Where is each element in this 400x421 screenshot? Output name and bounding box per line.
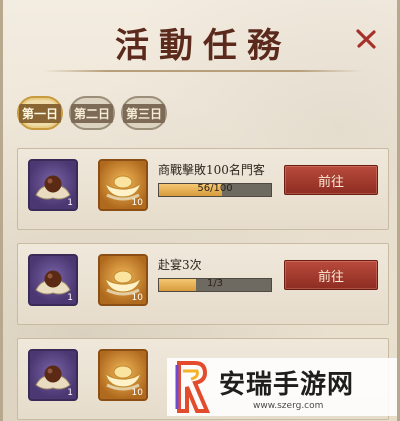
- reward-slot[interactable]: 10: [98, 159, 148, 211]
- reward-count: 1: [67, 293, 73, 303]
- tab-label: 第二日: [71, 103, 113, 123]
- reward-count: 1: [67, 388, 73, 398]
- page-title: 活動任務: [115, 26, 291, 66]
- tab-day-1[interactable]: 第一日: [17, 96, 63, 130]
- quest-title: 商戰擊敗100名門客: [158, 163, 265, 177]
- close-button[interactable]: [353, 26, 379, 52]
- tab-day-2[interactable]: 第二日: [69, 96, 115, 130]
- tab-label: 第一日: [19, 103, 61, 123]
- quest-panel: 活動任務 第一日 第二日 第三日 1 10 商戰擊敗100名門客 56/100 …: [0, 0, 400, 421]
- progress-bar: 56/100: [158, 183, 272, 197]
- reward-slot[interactable]: 10: [98, 254, 148, 306]
- progress-text: 1/3: [206, 278, 224, 289]
- close-icon: [356, 29, 376, 49]
- tab-label: 第三日: [123, 103, 165, 123]
- progress-text: 56/100: [197, 183, 233, 194]
- reward-slot[interactable]: 1: [28, 254, 78, 306]
- reward-count: 10: [131, 388, 143, 398]
- watermark-name: 安瑞手游网: [219, 369, 355, 400]
- quest-title: 赴宴3次: [158, 258, 202, 272]
- quest-row: 1 10 商戰擊敗100名門客 56/100 前往: [17, 148, 389, 230]
- quest-row: 1 10 赴宴3次 1/3 前往: [17, 243, 389, 325]
- progress-bar: 1/3: [158, 278, 272, 292]
- reward-count: 10: [131, 293, 143, 303]
- reward-count: 10: [131, 198, 143, 208]
- site-logo-icon: [175, 361, 211, 413]
- reward-count: 1: [67, 198, 73, 208]
- watermark-url: www.szerg.com: [253, 400, 324, 411]
- go-button[interactable]: 前往: [284, 260, 378, 290]
- tab-day-3[interactable]: 第三日: [121, 96, 167, 130]
- site-watermark: 安瑞手游网 www.szerg.com: [167, 358, 397, 416]
- reward-slot[interactable]: 10: [98, 349, 148, 401]
- day-tabs: 第一日 第二日 第三日: [17, 96, 167, 130]
- reward-slot[interactable]: 1: [28, 159, 78, 211]
- reward-slot[interactable]: 1: [28, 349, 78, 401]
- go-button[interactable]: 前往: [284, 165, 378, 195]
- title-divider: [43, 70, 363, 72]
